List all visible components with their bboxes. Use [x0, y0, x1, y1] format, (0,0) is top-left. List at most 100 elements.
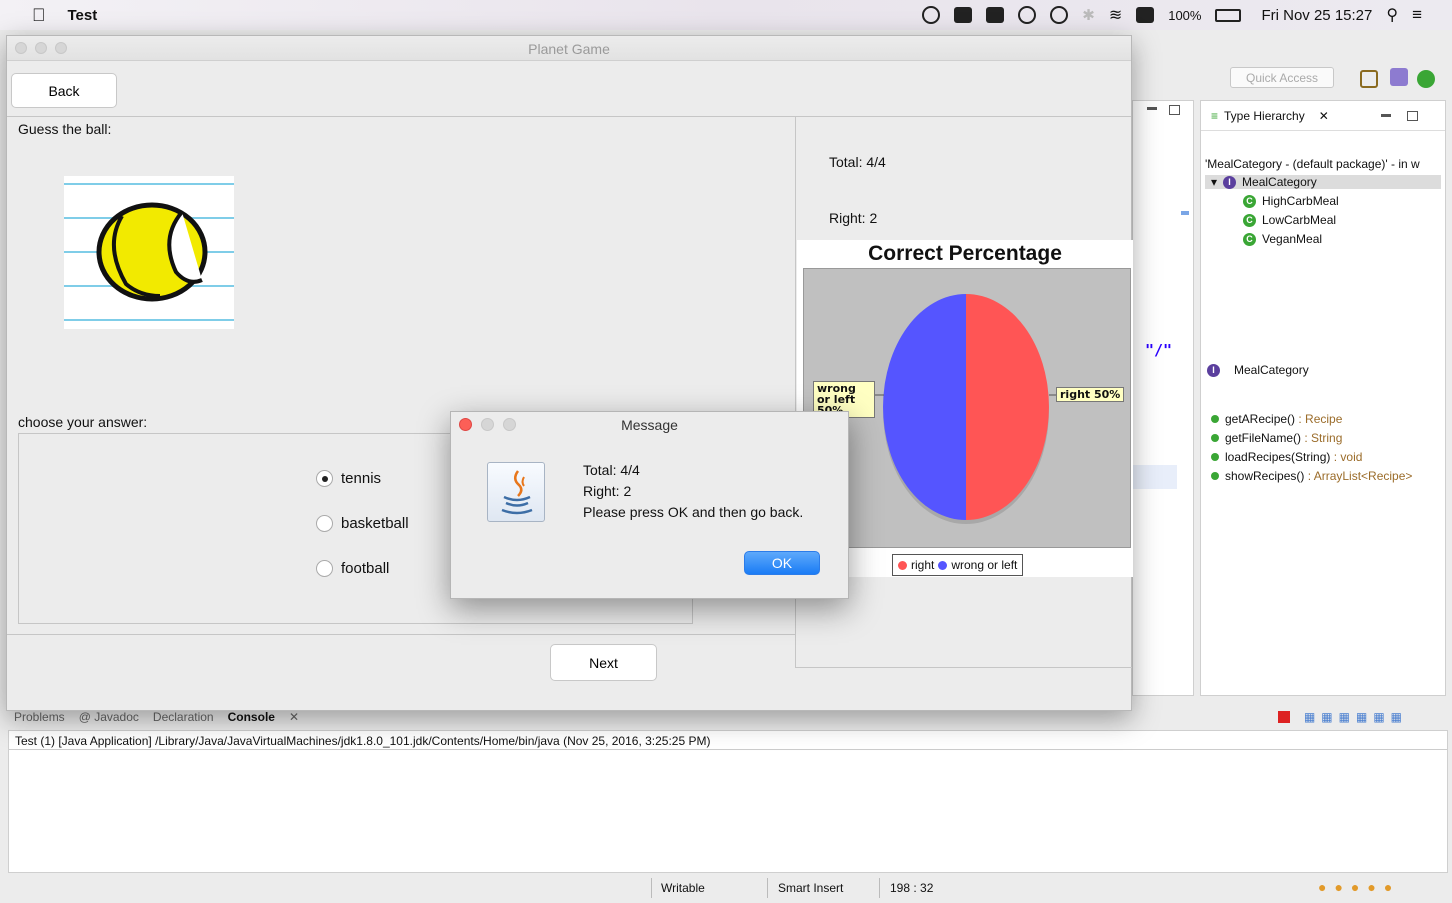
method-row[interactable]: getARecipe() : Recipe	[1211, 412, 1342, 426]
interface-icon: I	[1207, 363, 1220, 377]
status-insert-mode: Smart Insert	[778, 881, 844, 895]
bluetooth-icon[interactable]: ✱	[1082, 6, 1095, 24]
search-circle-icon[interactable]	[922, 6, 941, 24]
status-separator	[879, 878, 880, 898]
ok-button[interactable]: OK	[744, 551, 820, 575]
method-name: showRecipes()	[1225, 469, 1305, 483]
footer-divider	[7, 634, 795, 635]
apple-icon[interactable]: 	[32, 5, 46, 26]
method-name: getFileName()	[1225, 431, 1302, 445]
status-tray-icons[interactable]: ●●●●●	[1318, 879, 1400, 895]
slice-label-right: right 50%	[1056, 387, 1125, 402]
editor-marker	[1181, 211, 1189, 215]
chart-legend: right wrong or left	[892, 554, 1024, 576]
type-hierarchy-view: ≡ Type Hierarchy ✕ 'MealCategory - (defa…	[1200, 100, 1446, 696]
tab-declaration[interactable]: Declaration	[153, 710, 214, 724]
open-perspective-icon[interactable]	[1360, 70, 1378, 88]
menubar:  Test ✱ ≋ 100% Fri Nov 25 15:27 ⚲ ≡	[0, 0, 1452, 30]
option-football[interactable]: football	[316, 560, 389, 577]
five-icon[interactable]	[1050, 6, 1069, 24]
radio-button-selected[interactable]	[316, 470, 333, 487]
console-divider	[9, 749, 1447, 750]
method-row[interactable]: getFileName() : String	[1211, 431, 1342, 445]
dialog-titlebar[interactable]: Message	[451, 412, 848, 437]
option-tennis[interactable]: tennis	[316, 470, 381, 487]
notification-center-icon[interactable]: ≡	[1412, 5, 1422, 25]
battery-icon[interactable]	[1215, 8, 1242, 22]
editor-minimize-icon[interactable]	[1147, 107, 1157, 110]
console-view[interactable]: Test (1) [Java Application] /Library/Jav…	[8, 730, 1448, 873]
class-icon: C	[1243, 232, 1256, 246]
tab-javadoc[interactable]: @ Javadoc	[79, 710, 139, 724]
hierarchy-child[interactable]: C HighCarbMeal	[1243, 194, 1339, 208]
method-return: : ArrayList<Recipe>	[1304, 469, 1413, 483]
evernote-icon[interactable]	[954, 7, 973, 23]
close-icon[interactable]: ✕	[1319, 109, 1329, 123]
radio-button[interactable]	[316, 560, 333, 577]
java-perspective-icon[interactable]	[1390, 68, 1408, 86]
view-maximize-icon[interactable]	[1406, 110, 1418, 121]
java-coffee-icon	[487, 462, 545, 522]
tennis-ball-image	[64, 176, 234, 329]
battery-percent: 100%	[1168, 7, 1202, 23]
next-button[interactable]: Next	[550, 644, 657, 681]
root-label: MealCategory	[1242, 175, 1317, 189]
choose-answer-label: choose your answer:	[18, 414, 148, 430]
status-separator	[651, 878, 652, 898]
hierarchy-path: 'MealCategory - (default package)' - in …	[1205, 157, 1420, 171]
spotlight-icon[interactable]: ⚲	[1386, 5, 1398, 25]
method-return: : Recipe	[1295, 412, 1343, 426]
editor-maximize-icon[interactable]	[1169, 105, 1180, 115]
public-method-icon	[1211, 453, 1219, 461]
message-line-right: Right: 2	[583, 483, 632, 499]
app-menu-name[interactable]: Test	[68, 7, 98, 24]
method-return: : void	[1330, 450, 1363, 464]
editor-fragment[interactable]: "/"	[1132, 100, 1194, 696]
pie-slice-right	[966, 294, 1049, 520]
method-row[interactable]: loadRecipes(String) : void	[1211, 450, 1362, 464]
expand-arrow-icon[interactable]: ▾	[1211, 175, 1217, 189]
console-toolbar-icons[interactable]: ▦▦▦▦▦▦	[1304, 710, 1408, 724]
planet-game-window: Planet Game Back Guess the ball: choose …	[6, 35, 1133, 711]
hierarchy-child[interactable]: C VeganMeal	[1243, 232, 1322, 246]
status-tray: ✱ ≋ 100% Fri Nov 25 15:27 ⚲ ≡	[922, 5, 1422, 25]
tab-console[interactable]: Console	[228, 710, 275, 724]
terminate-icon[interactable]	[1277, 711, 1290, 723]
game-titlebar[interactable]: Planet Game	[7, 36, 1131, 61]
message-dialog: Message Total: 4/4 Right: 2 Please press…	[450, 411, 849, 599]
tab-problems[interactable]: Problems	[14, 710, 65, 724]
wechat-icon[interactable]	[986, 7, 1005, 23]
plot-area: right 50% wrong or left 50%	[803, 268, 1131, 548]
clock[interactable]: Fri Nov 25 15:27	[1261, 7, 1372, 24]
do-not-disturb-icon[interactable]	[1018, 6, 1037, 24]
close-icon[interactable]: ✕	[289, 710, 299, 724]
public-method-icon	[1211, 472, 1219, 480]
status-bar: Writable Smart Insert 198 : 32 ●●●●●	[0, 873, 1452, 903]
type-hierarchy-tab[interactable]: Type Hierarchy	[1224, 109, 1305, 123]
view-minimize-icon[interactable]	[1380, 114, 1391, 117]
console-process-line: Test (1) [Java Application] /Library/Jav…	[15, 734, 711, 748]
wifi-icon[interactable]: ≋	[1109, 5, 1122, 25]
back-button[interactable]: Back	[11, 73, 117, 108]
total-score: Total: 4/4	[829, 154, 886, 170]
legend-label-right: right	[911, 558, 935, 572]
hierarchy-child[interactable]: C LowCarbMeal	[1243, 213, 1336, 227]
status-cursor-position: 198 : 32	[890, 881, 934, 895]
class-icon: C	[1243, 213, 1256, 227]
debug-perspective-icon[interactable]	[1417, 70, 1435, 88]
quick-access-field[interactable]: Quick Access	[1230, 67, 1334, 88]
class-icon: C	[1243, 194, 1256, 208]
method-row[interactable]: showRecipes() : ArrayList<Recipe>	[1211, 469, 1412, 483]
members-title-label: MealCategory	[1234, 363, 1309, 377]
legend-swatch-right	[898, 560, 907, 570]
legend-swatch-wrong	[938, 560, 948, 570]
option-basketball[interactable]: basketball	[316, 515, 409, 532]
hierarchy-root[interactable]: ▾ I MealCategory	[1205, 175, 1441, 189]
s-app-icon[interactable]	[1136, 7, 1155, 23]
guess-prompt: Guess the ball:	[18, 121, 112, 137]
radio-button[interactable]	[316, 515, 333, 532]
dialog-title: Message	[621, 417, 678, 433]
editor-highlight-line	[1133, 465, 1177, 489]
method-name: loadRecipes(String)	[1225, 450, 1331, 464]
child-label: LowCarbMeal	[1262, 213, 1337, 227]
